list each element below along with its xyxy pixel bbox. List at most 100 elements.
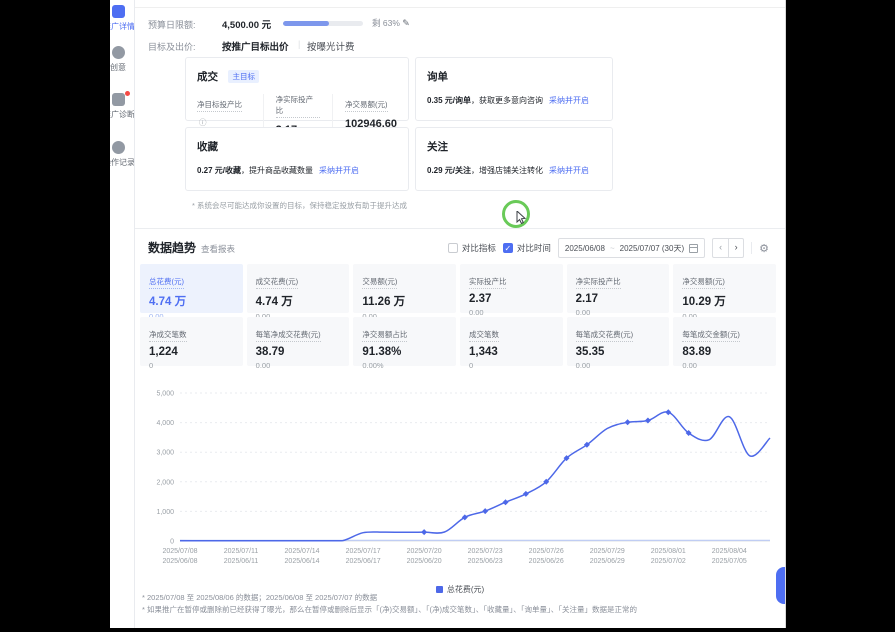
metric-card[interactable]: 净交易额占比91.38%0.00% [353,317,456,366]
notification-dot [125,91,130,96]
main-panel: 预算日限额: 4,500.00 元 剩 63% ✎ 目标及出价: 按推广目标出价… [135,0,786,628]
creative-icon [112,46,125,59]
svg-text:2025/07/08: 2025/07/08 [162,548,197,555]
sidebar-item-label: 创意 [110,62,135,73]
metric-compare-value: 0.00 [576,361,661,370]
primary-goal-badge: 主目标 [228,70,259,83]
budget-remaining: 剩 63% ✎ [372,17,410,29]
page: 推广详情 创意 推广诊断 操作记录 预算日限额: 4,500.00 元 剩 63… [0,0,895,632]
metric-compare-value: 0.00 [256,361,341,370]
info-icon[interactable]: ⓘ [199,118,207,127]
trend-controls: 对比指标 ✓ 对比时间 2025/06/08 ~ 2025/07/07 (30天… [448,238,769,258]
view-report-link[interactable]: 查看报表 [201,243,235,255]
metric-label: 净交易额占比 [362,329,407,342]
metric-card[interactable]: 成交花费(元)4.74 万0.00 [247,264,350,313]
metric-card[interactable]: 每笔成交花费(元)35.350.00 [567,317,670,366]
svg-text:1,000: 1,000 [156,509,174,516]
adopt-enable-link[interactable]: 采纳并开启 [549,166,589,175]
goal-card-follow: 关注 0.29 元/关注，增强店铺关注转化采纳并开启 [415,127,613,191]
promo-detail-icon [112,5,125,18]
target-label: 目标及出价: [148,40,196,53]
svg-text:2025/06/26: 2025/06/26 [529,558,564,565]
diagnosis-icon [112,93,125,106]
metric-value: 1,343 [469,346,554,358]
metric-card[interactable]: 总花费(元)4.74 万0.00 [140,264,243,313]
svg-text:2025/07/05: 2025/07/05 [712,558,747,565]
target-option-goal-bidding[interactable]: 按推广目标出价 [222,39,289,53]
legend-label: 总花费(元) [447,585,484,594]
metric-label: 每笔成交花费(元) [576,329,634,342]
floating-edge-button[interactable] [776,567,785,604]
metric-cards-grid: 总花费(元)4.74 万0.00成交花费(元)4.74 万0.00交易额(元)1… [140,264,776,366]
metric-value: 1,224 [149,346,234,358]
svg-text:2025/08/01: 2025/08/01 [651,548,686,555]
svg-text:2025/07/20: 2025/07/20 [407,548,442,555]
goal-card-title: 收藏 [197,139,218,154]
metric-label: 每笔成交金额(元) [682,329,740,342]
metric-label: 每笔净成交花费(元) [256,329,321,342]
metric-card[interactable]: 每笔成交金额(元)83.890.00 [673,317,776,366]
prev-period-button[interactable]: ‹ [713,239,728,257]
section-divider [135,228,785,229]
goal-card-desc: 0.29 元/关注，增强店铺关注转化采纳并开启 [427,165,601,176]
settings-gear-icon[interactable]: ⚙ [759,242,769,255]
budget-value: 4,500.00 元 [222,17,271,31]
date-range-picker[interactable]: 2025/06/08 ~ 2025/07/07 (30天) [558,238,705,258]
sidebar-item-label: 推广详情 [110,21,135,32]
budget-label: 预算日限额: [148,18,196,31]
goal-card-favorite: 收藏 0.27 元/收藏，提升商品收藏数量采纳并开启 [185,127,409,191]
adopt-enable-link[interactable]: 采纳并开启 [549,96,589,105]
svg-text:2025/07/17: 2025/07/17 [346,548,381,555]
metric-label: 实际投产比 [469,276,507,289]
metric-value: 2.17 [576,293,661,305]
svg-text:2025/06/08: 2025/06/08 [162,558,197,565]
metric-compare-value: 0 [469,361,554,370]
sidebar-item-promo-detail[interactable]: 推广详情 [110,5,135,32]
metric-card[interactable]: 成交笔数1,3430 [460,317,563,366]
next-period-button[interactable]: › [728,239,743,257]
metric-value: 35.35 [576,346,661,358]
svg-text:2025/06/17: 2025/06/17 [346,558,381,565]
metric-value: 4.74 万 [149,293,234,309]
metric-card[interactable]: 交易额(元)11.26 万0.00 [353,264,456,313]
sidebar-item-diagnosis[interactable]: 推广诊断 [110,93,135,120]
trend-line-chart: 01,0002,0003,0004,0005,0002025/07/082025… [140,381,780,576]
metric-card[interactable]: 实际投产比2.370.00 [460,264,563,313]
chart-footnote-periods: * 2025/07/08 至 2025/08/06 的数据；2025/06/08… [142,592,377,603]
metric-value: 10.29 万 [682,293,767,309]
edit-budget-icon[interactable]: ✎ [402,18,410,28]
metric-label: 交易额(元) [362,276,397,289]
svg-text:2025/08/04: 2025/08/04 [712,548,747,555]
sidebar-item-creative[interactable]: 创意 [110,46,135,73]
metric-value: 38.79 [256,346,341,358]
controls-divider [751,242,752,254]
svg-text:2025/07/11: 2025/07/11 [224,548,259,555]
metric-label: 净成交笔数 [149,329,187,342]
budget-progress [283,21,363,26]
goal-card-title: 询单 [427,69,448,84]
svg-text:2025/07/26: 2025/07/26 [529,548,564,555]
svg-text:0: 0 [170,539,174,546]
metric-label: 总花费(元) [149,276,184,289]
svg-text:2025/07/14: 2025/07/14 [285,548,320,555]
adopt-enable-link[interactable]: 采纳并开启 [319,166,359,175]
svg-text:4,000: 4,000 [156,420,174,427]
target-option-impression[interactable]: 按曝光计费 [307,39,355,53]
target-option-separator: | [298,39,300,49]
metric-label: 净实际投产比 [576,276,621,289]
metric-card[interactable]: 净成交笔数1,2240 [140,317,243,366]
top-divider [135,7,785,8]
metric-card[interactable]: 净交易额(元)10.29 万0.00 [673,264,776,313]
goal-card-title: 关注 [427,139,448,154]
metric-card[interactable]: 每笔净成交花费(元)38.790.00 [247,317,350,366]
compare-time-checkbox[interactable]: ✓ 对比时间 [503,242,551,254]
compare-metric-checkbox[interactable]: 对比指标 [448,242,496,254]
svg-text:3,000: 3,000 [156,450,174,457]
metric-card[interactable]: 净实际投产比2.170.00 [567,264,670,313]
checkbox-checked-icon: ✓ [503,243,513,253]
sidebar-item-history[interactable]: 操作记录 [110,141,135,168]
svg-text:2025/07/29: 2025/07/29 [590,548,625,555]
svg-text:2025/06/23: 2025/06/23 [468,558,503,565]
legend-swatch-icon [436,586,443,593]
goal-note: * 系统会尽可能达成你设置的目标，保持稳定投放有助于提升达成 [192,200,407,211]
